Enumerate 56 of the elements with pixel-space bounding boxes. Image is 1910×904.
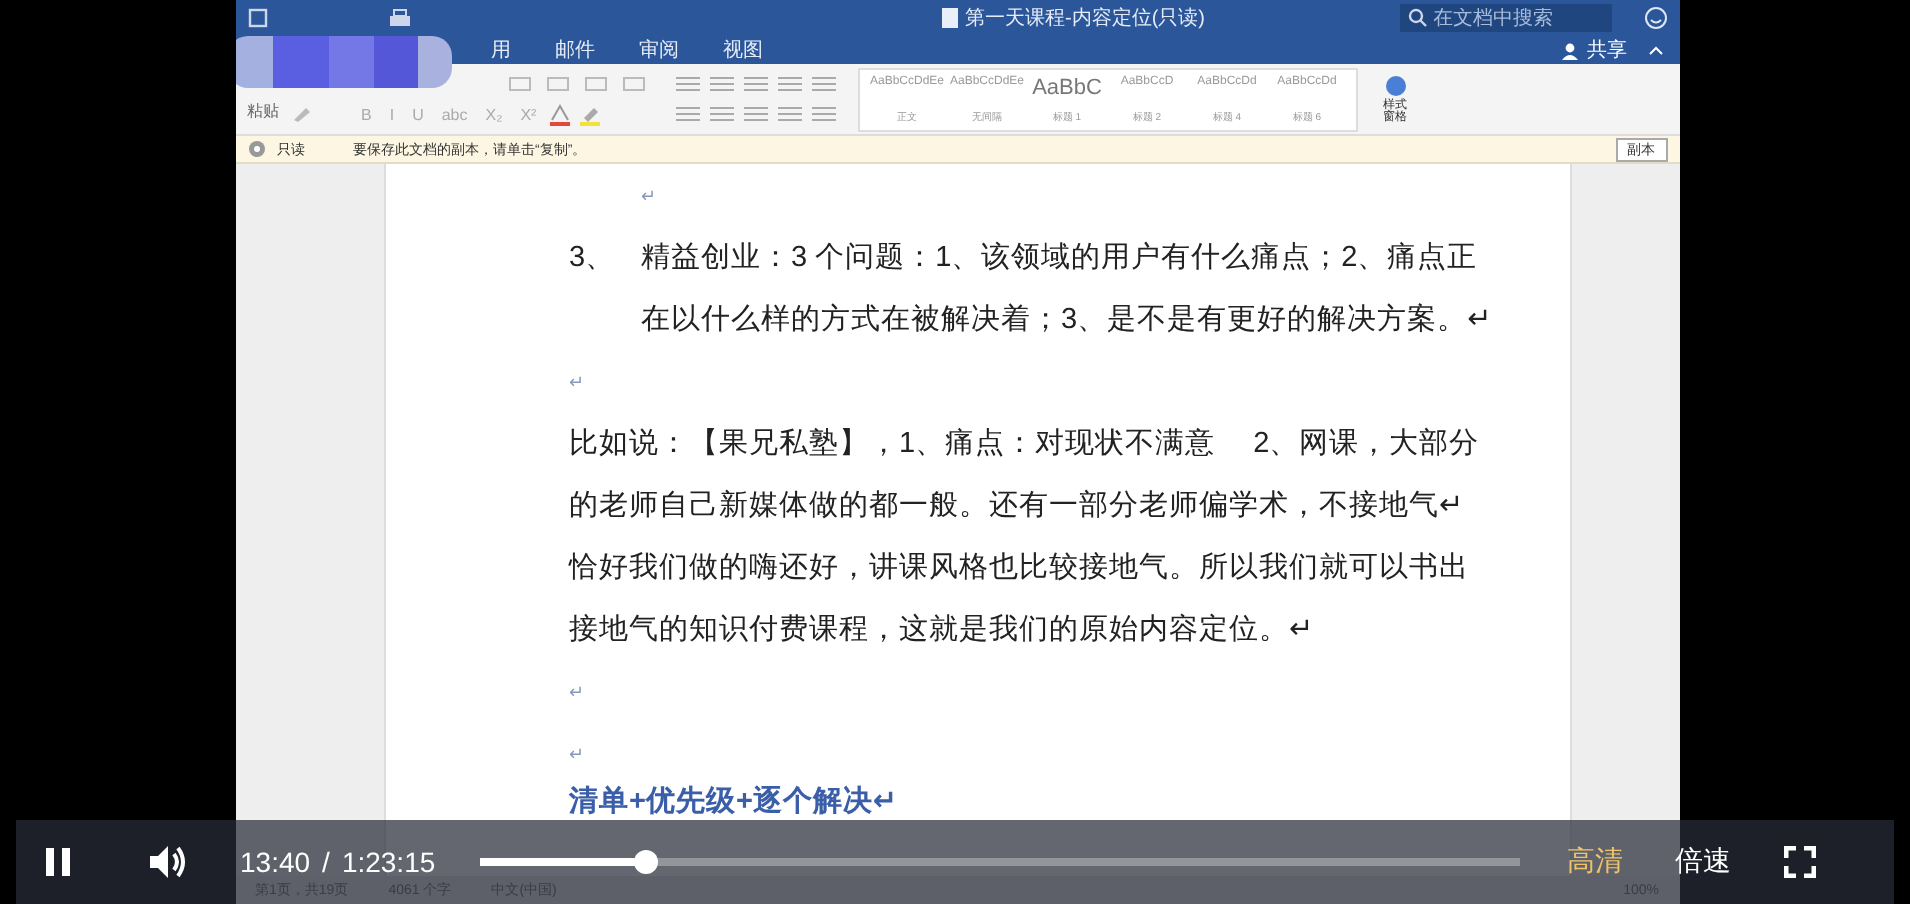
format-button[interactable]: I <box>383 105 401 123</box>
document-text: 比如说：【果兄私塾】，1、痛点：对现状不满意 2、网课，大部分 <box>569 425 1482 464</box>
current-time: 13:40 <box>240 846 311 878</box>
volume-button[interactable] <box>148 844 188 880</box>
alignment-icon[interactable] <box>775 104 803 124</box>
pause-icon <box>44 846 72 878</box>
format-button[interactable]: U <box>406 105 430 123</box>
info-icon <box>247 140 265 158</box>
document-text: 接地气的知识付费课程，这就是我们的原始内容定位。↵ <box>569 611 1316 650</box>
document-text: 精益创业：3 个问题：1、该领域的用户有什么痛点；2、痛点正 <box>641 240 1480 278</box>
ribbon-tab[interactable]: 邮件 <box>551 36 599 64</box>
document-text: 恰好我们做的嗨还好，讲课风格也比较接地气。所以我们就可以书出 <box>569 550 1471 588</box>
alignment-icon[interactable] <box>809 104 837 124</box>
list-icon[interactable] <box>809 74 837 94</box>
ribbon-tab[interactable]: 审阅 <box>635 36 683 64</box>
paragraph-mark: ↵ <box>569 742 585 768</box>
time-separator: / <box>322 846 330 878</box>
quality-button[interactable]: 高清 <box>1567 844 1624 880</box>
fullscreen-icon <box>1783 846 1816 878</box>
alignment-icon[interactable] <box>741 104 769 124</box>
document-icon <box>941 8 957 28</box>
progress-thumb[interactable] <box>633 850 658 874</box>
list-icon[interactable] <box>775 74 803 94</box>
list-icon[interactable] <box>707 74 735 94</box>
ribbon-tab[interactable]: 用 <box>487 36 515 64</box>
format-button[interactable]: X₂ <box>479 105 509 123</box>
alignment-icon[interactable] <box>707 104 735 124</box>
text-color-icon[interactable] <box>548 103 573 125</box>
document-heading: 清单+优先级+逐个解决↵ <box>569 786 898 818</box>
paste-button[interactable]: 粘贴 <box>247 99 279 121</box>
collapse-caret-icon[interactable] <box>1647 44 1663 56</box>
fullscreen-button[interactable] <box>1783 846 1816 878</box>
paragraph-mark: ↵ <box>569 370 585 396</box>
smiley-icon[interactable] <box>1643 6 1667 30</box>
format-button[interactable]: abc <box>435 105 474 123</box>
highlighter-icon[interactable] <box>578 103 603 125</box>
play-pause-button[interactable] <box>44 846 72 878</box>
speed-button[interactable]: 倍速 <box>1675 844 1732 880</box>
styles-pane-icon <box>1385 75 1405 95</box>
search-icon <box>1407 8 1427 28</box>
total-duration: 1:23:15 <box>341 846 436 878</box>
printer-icon[interactable] <box>387 8 411 28</box>
ribbon-tab[interactable]: 视图 <box>719 36 767 64</box>
share-button[interactable]: 共享 <box>1561 36 1627 64</box>
alignment-icon[interactable] <box>673 104 701 124</box>
list-icon[interactable] <box>741 74 769 94</box>
document-text: 的老师自己新媒体做的都一般。还有一部分老师偏学术，不接地气↵ <box>569 487 1466 526</box>
document-text: 在以什么样的方式在被解决着；3、是不是有更好的解决方案。↵ <box>641 301 1492 340</box>
paragraph-mark: ↵ <box>639 184 657 210</box>
window-title: 第一天课程-内容定位(只读) <box>965 5 1205 32</box>
paragraph-mark: ↵ <box>569 680 585 706</box>
list-icon[interactable] <box>673 74 701 94</box>
list-number: 3、 <box>569 240 618 278</box>
format-button[interactable]: X² <box>514 105 543 123</box>
format-button[interactable]: B <box>355 105 378 123</box>
volume-icon <box>148 844 188 880</box>
